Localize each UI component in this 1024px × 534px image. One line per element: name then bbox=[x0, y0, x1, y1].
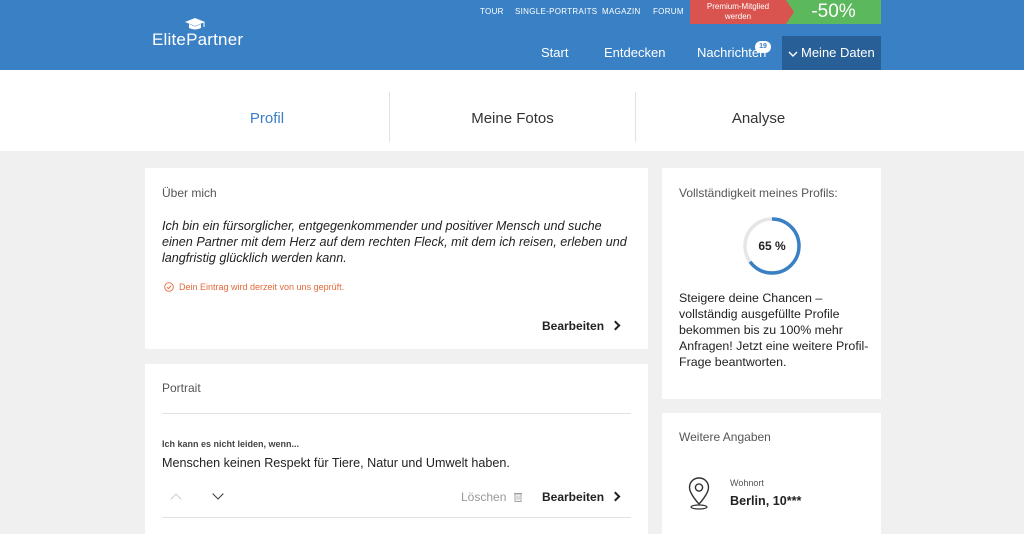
discount-arrow-decoration bbox=[786, 0, 794, 24]
premium-line-1: Premium-Mitglied bbox=[706, 2, 770, 11]
about-edit-button[interactable]: Bearbeiten bbox=[542, 319, 621, 333]
more-info-card: Weitere Angaben Wohnort Berlin, 10*** bbox=[662, 413, 881, 534]
top-link-tour[interactable]: TOUR bbox=[480, 7, 504, 16]
tab-profil[interactable]: Profil bbox=[145, 70, 389, 151]
completeness-percent: 65 % bbox=[758, 239, 786, 253]
review-note-text: Dein Eintrag wird derzeit von uns geprüf… bbox=[179, 282, 345, 292]
portrait-question: Ich kann es nicht leiden, wenn... bbox=[162, 439, 300, 449]
top-link-forum[interactable]: FORUM bbox=[653, 7, 684, 16]
chevron-down-icon bbox=[788, 51, 798, 57]
tab-analyse[interactable]: Analyse bbox=[636, 70, 881, 151]
chevron-right-icon bbox=[610, 491, 621, 502]
about-me-card: Über mich Ich bin ein fürsorglicher, ent… bbox=[145, 168, 648, 349]
discount-label: -50% bbox=[811, 1, 856, 22]
completeness-progress-ring: 65 % bbox=[742, 216, 802, 276]
about-me-title: Über mich bbox=[162, 186, 217, 200]
portrait-divider bbox=[162, 413, 631, 414]
profile-completeness-card: Vollständigkeit meines Profils: 65 % Ste… bbox=[662, 168, 881, 399]
premium-line-2: werden bbox=[724, 12, 752, 21]
chevron-right-icon bbox=[610, 320, 621, 331]
nav-start[interactable]: Start bbox=[541, 45, 568, 60]
messages-count-badge: 19 bbox=[755, 41, 771, 53]
portrait-delete-button[interactable]: Löschen bbox=[461, 490, 506, 504]
portrait-delete-label: Löschen bbox=[461, 490, 507, 504]
review-note: Dein Eintrag wird derzeit von uns geprüf… bbox=[164, 282, 344, 292]
portrait-title: Portrait bbox=[162, 381, 201, 395]
chevron-down-icon[interactable] bbox=[212, 488, 224, 500]
portrait-answer: Menschen keinen Respekt für Tiere, Natur… bbox=[162, 456, 510, 470]
portrait-bottom-divider bbox=[162, 517, 631, 518]
portrait-edit-label: Bearbeiten bbox=[542, 490, 605, 504]
brand-name: ElitePartner bbox=[152, 30, 244, 49]
location-value: Berlin, 10*** bbox=[730, 494, 802, 508]
about-me-text: Ich bin ein fürsorglicher, entgegenkomme… bbox=[162, 219, 627, 265]
portrait-card: Portrait Ich kann es nicht leiden, wenn.… bbox=[145, 364, 648, 534]
profile-tabs: Profil Meine Fotos Analyse bbox=[0, 70, 1024, 151]
location-label: Wohnort bbox=[730, 478, 764, 488]
meine-daten-dropdown[interactable]: Meine Daten bbox=[782, 36, 881, 70]
meine-daten-label: Meine Daten bbox=[801, 45, 875, 60]
top-link-magazin[interactable]: MAGAZIN bbox=[602, 7, 641, 16]
premium-button[interactable]: Premium-Mitglied werden bbox=[690, 0, 786, 24]
nav-entdecken[interactable]: Entdecken bbox=[604, 45, 665, 60]
graduation-cap-icon bbox=[185, 18, 205, 30]
portrait-edit-button[interactable]: Bearbeiten bbox=[542, 490, 621, 504]
top-link-single-portraits[interactable]: SINGLE-PORTRAITS bbox=[515, 7, 597, 16]
tab-meine-fotos[interactable]: Meine Fotos bbox=[390, 70, 635, 151]
trash-icon[interactable] bbox=[514, 492, 522, 502]
about-edit-label: Bearbeiten bbox=[542, 319, 605, 333]
completeness-title: Vollständigkeit meines Profils: bbox=[679, 186, 838, 200]
completeness-tip[interactable]: Steigere deine Chancen – vollständig aus… bbox=[679, 290, 869, 370]
clock-check-icon bbox=[164, 282, 174, 292]
discount-badge[interactable]: -50% bbox=[786, 0, 881, 24]
more-info-title: Weitere Angaben bbox=[679, 430, 771, 444]
chevron-up-icon[interactable] bbox=[170, 493, 182, 505]
location-pin-icon bbox=[688, 477, 710, 510]
top-header: ElitePartner TOUR SINGLE-PORTRAITS MAGAZ… bbox=[0, 0, 1024, 70]
